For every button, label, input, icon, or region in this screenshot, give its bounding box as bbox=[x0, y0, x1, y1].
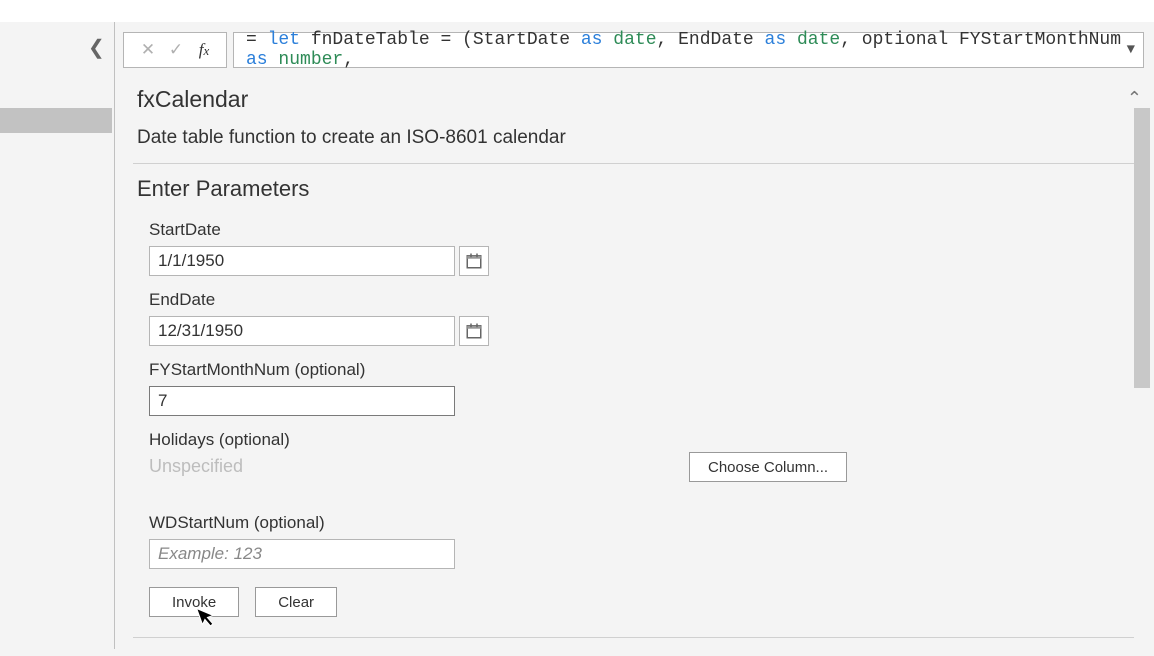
function-description: Date table function to create an ISO-860… bbox=[137, 127, 1130, 149]
label-fystart: FYStartMonthNum (optional) bbox=[149, 360, 1130, 380]
calendar-icon bbox=[465, 252, 483, 270]
input-wdstart[interactable] bbox=[149, 539, 455, 569]
label-wdstart: WDStartNum (optional) bbox=[149, 513, 1130, 533]
cancel-edit-icon[interactable]: ✕ bbox=[134, 40, 162, 60]
divider-bottom bbox=[133, 637, 1134, 638]
formula-text: = let fnDateTable = (StartDate as date, … bbox=[246, 30, 1133, 70]
fx-icon[interactable]: fx bbox=[190, 40, 218, 60]
datepicker-startdate-button[interactable] bbox=[459, 246, 489, 276]
param-startdate: StartDate bbox=[149, 220, 1130, 276]
clear-button[interactable]: Clear bbox=[255, 587, 337, 617]
param-fystart: FYStartMonthNum (optional) bbox=[149, 360, 1130, 416]
scrollbar-thumb[interactable] bbox=[1134, 108, 1150, 388]
param-enddate: EndDate bbox=[149, 290, 1130, 346]
input-enddate[interactable] bbox=[149, 316, 455, 346]
confirm-edit-icon[interactable]: ✓ bbox=[162, 40, 190, 60]
enter-parameters-heading: Enter Parameters bbox=[137, 176, 1130, 202]
input-fystart[interactable] bbox=[149, 386, 455, 416]
selected-query-strip[interactable] bbox=[0, 108, 112, 133]
calendar-icon bbox=[465, 322, 483, 340]
scroll-up-icon[interactable]: ⌃ bbox=[1127, 88, 1142, 109]
input-startdate[interactable] bbox=[149, 246, 455, 276]
param-wdstart: WDStartNum (optional) bbox=[149, 513, 1130, 569]
collapse-chevron-icon[interactable]: ❮ bbox=[88, 35, 105, 60]
function-content: fxCalendar Date table function to create… bbox=[123, 86, 1144, 656]
formula-input[interactable]: = let fnDateTable = (StartDate as date, … bbox=[233, 32, 1144, 68]
label-startdate: StartDate bbox=[149, 220, 1130, 240]
label-enddate: EndDate bbox=[149, 290, 1130, 310]
holidays-unspecified: Unspecified bbox=[149, 456, 1130, 477]
datepicker-enddate-button[interactable] bbox=[459, 316, 489, 346]
formula-bar: ✕ ✓ fx = let fnDateTable = (StartDate as… bbox=[123, 32, 1144, 68]
divider bbox=[133, 163, 1134, 164]
expand-formula-icon[interactable]: ▼ bbox=[1127, 42, 1135, 58]
param-holidays: Holidays (optional) Unspecified Choose C… bbox=[149, 430, 1130, 477]
invoke-button[interactable]: Invoke bbox=[149, 587, 239, 617]
label-holidays: Holidays (optional) bbox=[149, 430, 1130, 450]
action-buttons: Invoke Clear bbox=[149, 587, 1130, 617]
queries-panel-collapsed: ❮ bbox=[0, 22, 112, 649]
function-title: fxCalendar bbox=[137, 86, 1130, 113]
window-chrome-top bbox=[0, 0, 1154, 22]
formula-bar-controls: ✕ ✓ fx bbox=[123, 32, 227, 68]
choose-column-button[interactable]: Choose Column... bbox=[689, 452, 847, 482]
